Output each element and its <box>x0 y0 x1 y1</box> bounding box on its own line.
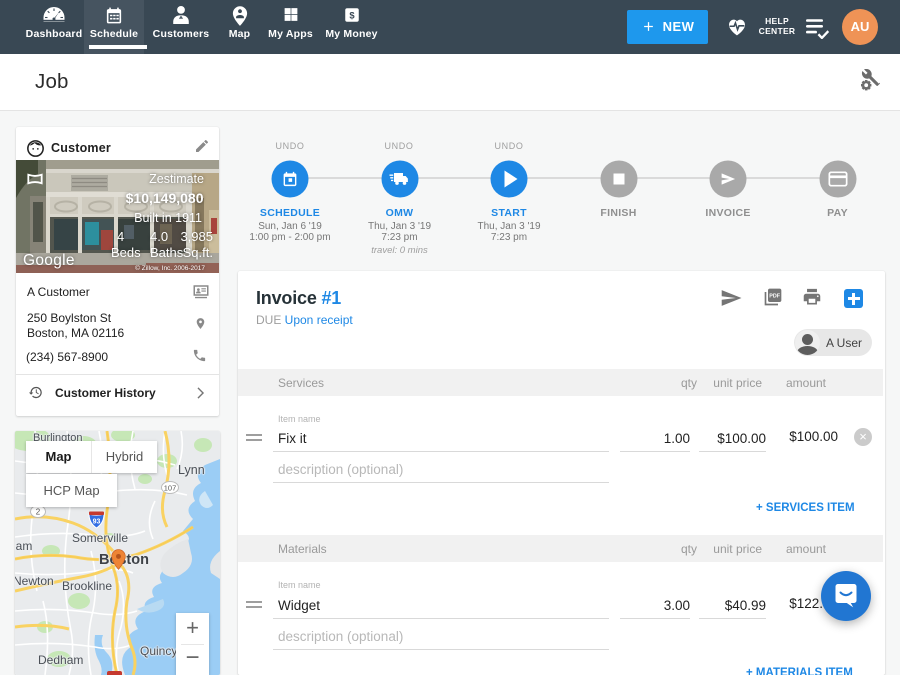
svg-text:107: 107 <box>164 484 177 493</box>
svg-text:93: 93 <box>93 519 101 526</box>
svg-text:2: 2 <box>36 508 41 517</box>
svg-text:$: $ <box>349 11 355 21</box>
svg-text:PDF: PDF <box>769 294 781 300</box>
